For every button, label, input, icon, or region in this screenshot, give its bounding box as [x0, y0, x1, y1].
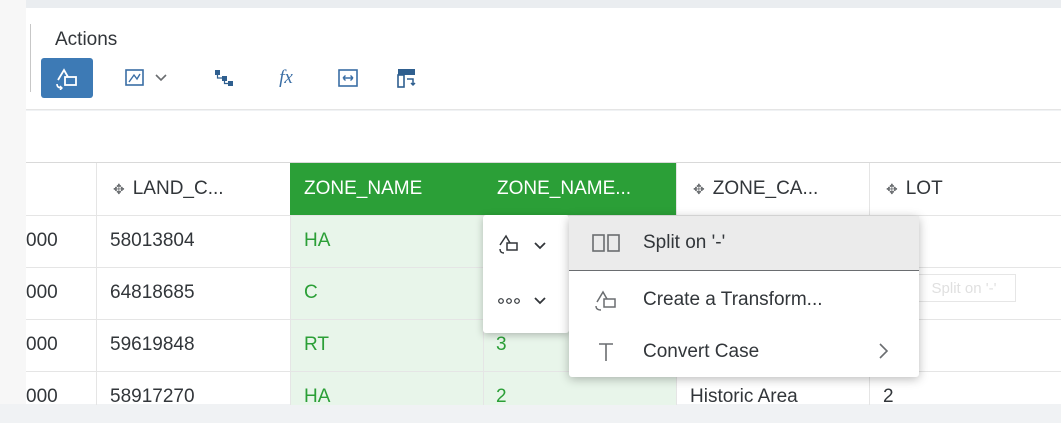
more-icon [497, 293, 521, 311]
table-cell[interactable]: HA [304, 371, 474, 423]
actions-section-label: Actions [55, 29, 118, 50]
actions-toolbar: Actions fx [26, 8, 1061, 110]
transform-menu-icon [497, 233, 521, 260]
fit-width-icon [337, 68, 359, 88]
formula-button[interactable]: fx [266, 58, 306, 98]
chevron-right-icon [877, 342, 889, 366]
faded-tooltip: Split on '-' [912, 274, 1016, 302]
menu-item-label: Split on '-' [643, 232, 726, 253]
formula-icon: fx [279, 67, 293, 88]
column-header-zone-name[interactable]: ZONE_NAME [290, 163, 483, 215]
hierarchy-icon [213, 68, 235, 88]
table-cell[interactable]: RT [304, 319, 474, 371]
split-column-icon [396, 67, 418, 89]
column-header-label: LOT [905, 178, 943, 199]
column-action-popup [483, 215, 569, 333]
column-header-zone-ca[interactable]: ✥ ZONE_CA... [677, 163, 869, 215]
hierarchy-button[interactable] [204, 58, 244, 98]
menu-item-label: Create a Transform... [643, 289, 823, 310]
image-filter-button[interactable] [116, 58, 176, 98]
chevron-down-icon [533, 238, 547, 256]
transform-button[interactable] [41, 58, 93, 98]
toolbar-separator [30, 24, 31, 92]
menu-item-label: Convert Case [643, 341, 760, 362]
top-band [26, 0, 1061, 8]
image-filter-icon [124, 68, 146, 88]
fit-width-button[interactable] [328, 58, 368, 98]
table-cell[interactable]: 000 [26, 215, 96, 267]
toolbar-gap [26, 111, 1061, 162]
dimension-icon: ✥ [693, 180, 705, 197]
table-cell[interactable]: 000 [26, 319, 96, 371]
column-header-label: ZONE_NAME [304, 178, 423, 199]
chevron-down-icon [533, 293, 547, 311]
transform-dropdown-button[interactable] [497, 233, 547, 260]
menu-item-create-transform[interactable]: Create a Transform... [569, 273, 919, 327]
left-edge-strip [0, 0, 26, 404]
dimension-icon: ✥ [113, 180, 125, 197]
text-case-icon [569, 341, 643, 363]
context-menu: Split on '-' Create a Transform... Conve… [569, 216, 919, 377]
table-cell[interactable]: 58013804 [110, 215, 280, 267]
table-cell[interactable]: HA [304, 215, 474, 267]
column-header-zone-name-2[interactable]: ZONE_NAME... [483, 163, 676, 215]
menu-item-convert-case[interactable]: Convert Case [569, 325, 919, 379]
column-header-lot[interactable]: ✥ LOT [870, 163, 1061, 215]
column-header-label: ZONE_NAME... [497, 178, 632, 199]
column-header-label: LAND_C... [132, 178, 224, 199]
menu-item-split[interactable]: Split on '-' [569, 216, 919, 270]
table-cell[interactable]: C [304, 267, 474, 319]
dimension-icon: ✥ [886, 180, 898, 197]
table-cell[interactable]: 000 [26, 267, 96, 319]
split-icon [569, 233, 643, 253]
transform-icon [569, 288, 643, 312]
column-header-label: ZONE_CA... [712, 178, 819, 199]
more-dropdown-button[interactable] [497, 293, 547, 311]
menu-separator [569, 270, 919, 271]
column-header[interactable] [26, 163, 96, 215]
transform-icon [54, 66, 80, 90]
chevron-down-icon [154, 73, 168, 83]
table-cell[interactable]: 59619848 [110, 319, 280, 371]
table-cell[interactable]: 58917270 [110, 371, 280, 423]
column-header-land-c[interactable]: ✥ LAND_C... [97, 163, 290, 215]
table-cell[interactable]: 000 [26, 371, 96, 423]
table-cell[interactable]: 64818685 [110, 267, 280, 319]
split-column-button[interactable] [387, 58, 427, 98]
